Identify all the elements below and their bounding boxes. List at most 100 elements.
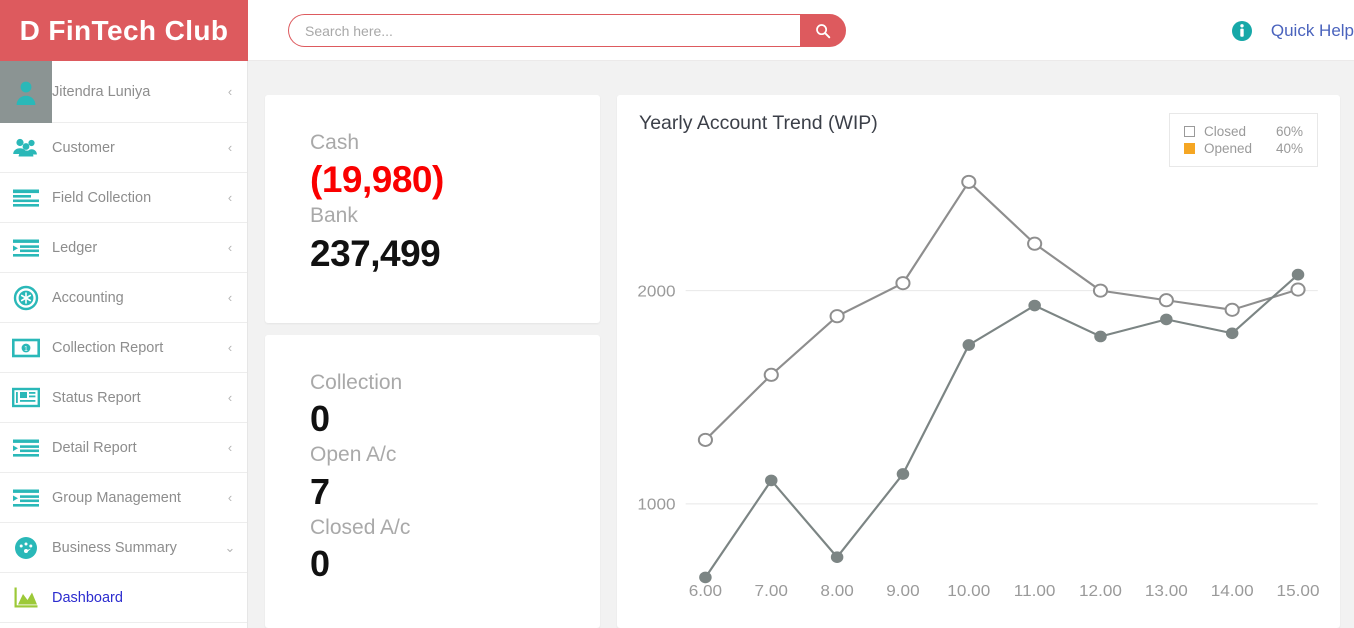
sidebar-item-label: Status Report [52, 389, 141, 406]
chevron-down-icon: ⌄ [224, 540, 236, 555]
chart-point-closed [1027, 236, 1043, 251]
cash-bank-card: Cash (19,980) Bank 237,499 [265, 95, 600, 323]
open-ac-value: 7 [310, 470, 330, 512]
sidebar-item-label: Dashboard [52, 589, 123, 606]
chart-point-closed [697, 432, 713, 447]
sidebar-item-label: Ledger [52, 239, 98, 256]
sidebar-item-profile[interactable]: Jitendra Luniya ‹ [0, 61, 247, 123]
line-chart-plot: 1000 2000 6.00 7.00 8.00 9.00 10.00 11.00 12.00 1… [637, 174, 1320, 600]
speedometer-icon [0, 523, 52, 572]
search-input[interactable] [288, 14, 800, 47]
indent-list-icon [0, 473, 52, 522]
chart-point-closed [1290, 282, 1306, 297]
sidebar-item-field-collection[interactable]: Field Collection ‹ [0, 173, 247, 223]
sidebar-item-label: Customer [52, 139, 115, 156]
chart-series-line-opened [704, 273, 1300, 579]
chart-point-closed [1092, 283, 1109, 298]
chart-point-opened [1291, 268, 1305, 281]
cash-label: Cash [310, 131, 360, 154]
chart-point-opened [765, 474, 778, 487]
chart-point-opened [1160, 313, 1173, 326]
chart-xtick-label: 9.00 [886, 582, 919, 600]
top-header-bar: Quick Help [248, 0, 1354, 61]
bank-label: Bank [310, 204, 358, 228]
kpi-column: Cash (19,980) Bank 237,499 Collection 0 … [265, 95, 600, 628]
bank-value: 237,499 [310, 232, 441, 274]
chart-point-opened [1094, 330, 1107, 343]
user-avatar-icon [0, 61, 52, 123]
banknote-icon: 1 [0, 323, 52, 372]
sidebar-item-detail-report[interactable]: Detail Report ‹ [0, 423, 247, 473]
sidebar-item-label: Business Summary [52, 539, 177, 556]
chevron-left-icon: ‹ [227, 440, 233, 455]
sidebar-item-label: Detail Report [52, 439, 137, 456]
dashboard-page: D FinTech Club Quick Help [0, 0, 1354, 628]
chart-ytick-label: 1000 [637, 495, 675, 513]
chart-xtick-label: 10.00 [947, 582, 990, 600]
sidebar-item-label: Jitendra Luniya [52, 83, 151, 100]
chart-series-line-closed [704, 180, 1300, 441]
chevron-left-icon: ‹ [227, 490, 233, 505]
chart-xtick-label: 7.00 [755, 582, 788, 600]
chevron-left-icon: ‹ [227, 140, 233, 155]
list-lines-icon [0, 173, 52, 222]
sidebar-item-balance-sheet[interactable]: Balance Sheet [0, 623, 247, 628]
chart-xtick-label: 14.00 [1211, 582, 1254, 600]
sidebar-nav: Jitendra Luniya ‹ Customer ‹ Field Colle… [0, 61, 248, 628]
chart-point-opened [699, 571, 712, 584]
quick-help-link[interactable]: Quick Help [1271, 21, 1354, 41]
closed-ac-label: Closed A/c [310, 515, 411, 539]
chart-point-opened [896, 468, 910, 480]
sidebar-item-customer[interactable]: Customer ‹ [0, 123, 247, 173]
sidebar-item-status-report[interactable]: Status Report ‹ [0, 373, 247, 423]
chart-xtick-label: 13.00 [1145, 582, 1188, 600]
chart-point-closed [895, 276, 911, 291]
sidebar-item-group-management[interactable]: Group Management ‹ [0, 473, 247, 523]
accounts-card: Collection 0 Open A/c 7 Closed A/c 0 [265, 335, 600, 628]
chart-xtick-label: 11.00 [1014, 582, 1056, 600]
sidebar-item-ledger[interactable]: Ledger ‹ [0, 223, 247, 273]
open-ac-label: Open A/c [310, 443, 397, 467]
scales-balance-icon [0, 623, 52, 628]
sidebar-item-accounting[interactable]: Accounting ‹ [0, 273, 247, 323]
sidebar-item-label: Group Management [52, 489, 181, 506]
chart-point-closed [961, 174, 977, 189]
main-content: Cash (19,980) Bank 237,499 Collection 0 … [248, 61, 1354, 628]
chart-point-opened [962, 339, 976, 351]
sidebar-item-business-summary[interactable]: Business Summary ⌄ [0, 523, 247, 573]
chart-point-opened [830, 551, 844, 564]
sidebar-item-label: Collection Report [52, 339, 164, 356]
brand-logo[interactable]: D FinTech Club [0, 0, 248, 61]
chart-point-opened [1225, 327, 1239, 340]
quick-help-group: Quick Help [1231, 0, 1354, 61]
yearly-account-trend-chart-card: Yearly Account Trend (WIP) Closed 60% Op… [617, 95, 1340, 628]
chart-xtick-label: 12.00 [1079, 582, 1122, 600]
chevron-left-icon: ‹ [227, 340, 233, 355]
search-button[interactable] [800, 14, 846, 47]
chart-point-closed [1158, 293, 1174, 308]
sidebar-item-label: Accounting [52, 289, 124, 306]
chart-ytick-label: 2000 [637, 282, 675, 300]
gear-asterisk-icon [0, 273, 52, 322]
search-bar [288, 14, 846, 47]
indent-list-icon [0, 223, 52, 272]
newspaper-icon [0, 373, 52, 422]
collection-label: Collection [310, 371, 403, 394]
svg-text:1: 1 [24, 346, 28, 353]
chart-xtick-label: 6.00 [689, 582, 722, 600]
chevron-left-icon: ‹ [227, 290, 233, 305]
sidebar-item-collection-report[interactable]: 1 Collection Report ‹ [0, 323, 247, 373]
chart-point-closed [763, 367, 779, 382]
users-group-icon [0, 123, 52, 172]
chevron-left-icon: ‹ [227, 390, 233, 405]
search-icon [816, 23, 831, 38]
chevron-left-icon: ‹ [227, 84, 233, 99]
closed-ac-value: 0 [310, 542, 330, 584]
indent-list-icon [0, 423, 52, 472]
sidebar-item-dashboard[interactable]: Dashboard [0, 573, 247, 623]
chevron-left-icon: ‹ [227, 240, 233, 255]
chart-point-closed [829, 309, 845, 324]
chart-xtick-label: 15.00 [1277, 582, 1320, 600]
chevron-left-icon: ‹ [227, 190, 233, 205]
info-circle-icon[interactable] [1231, 20, 1253, 42]
